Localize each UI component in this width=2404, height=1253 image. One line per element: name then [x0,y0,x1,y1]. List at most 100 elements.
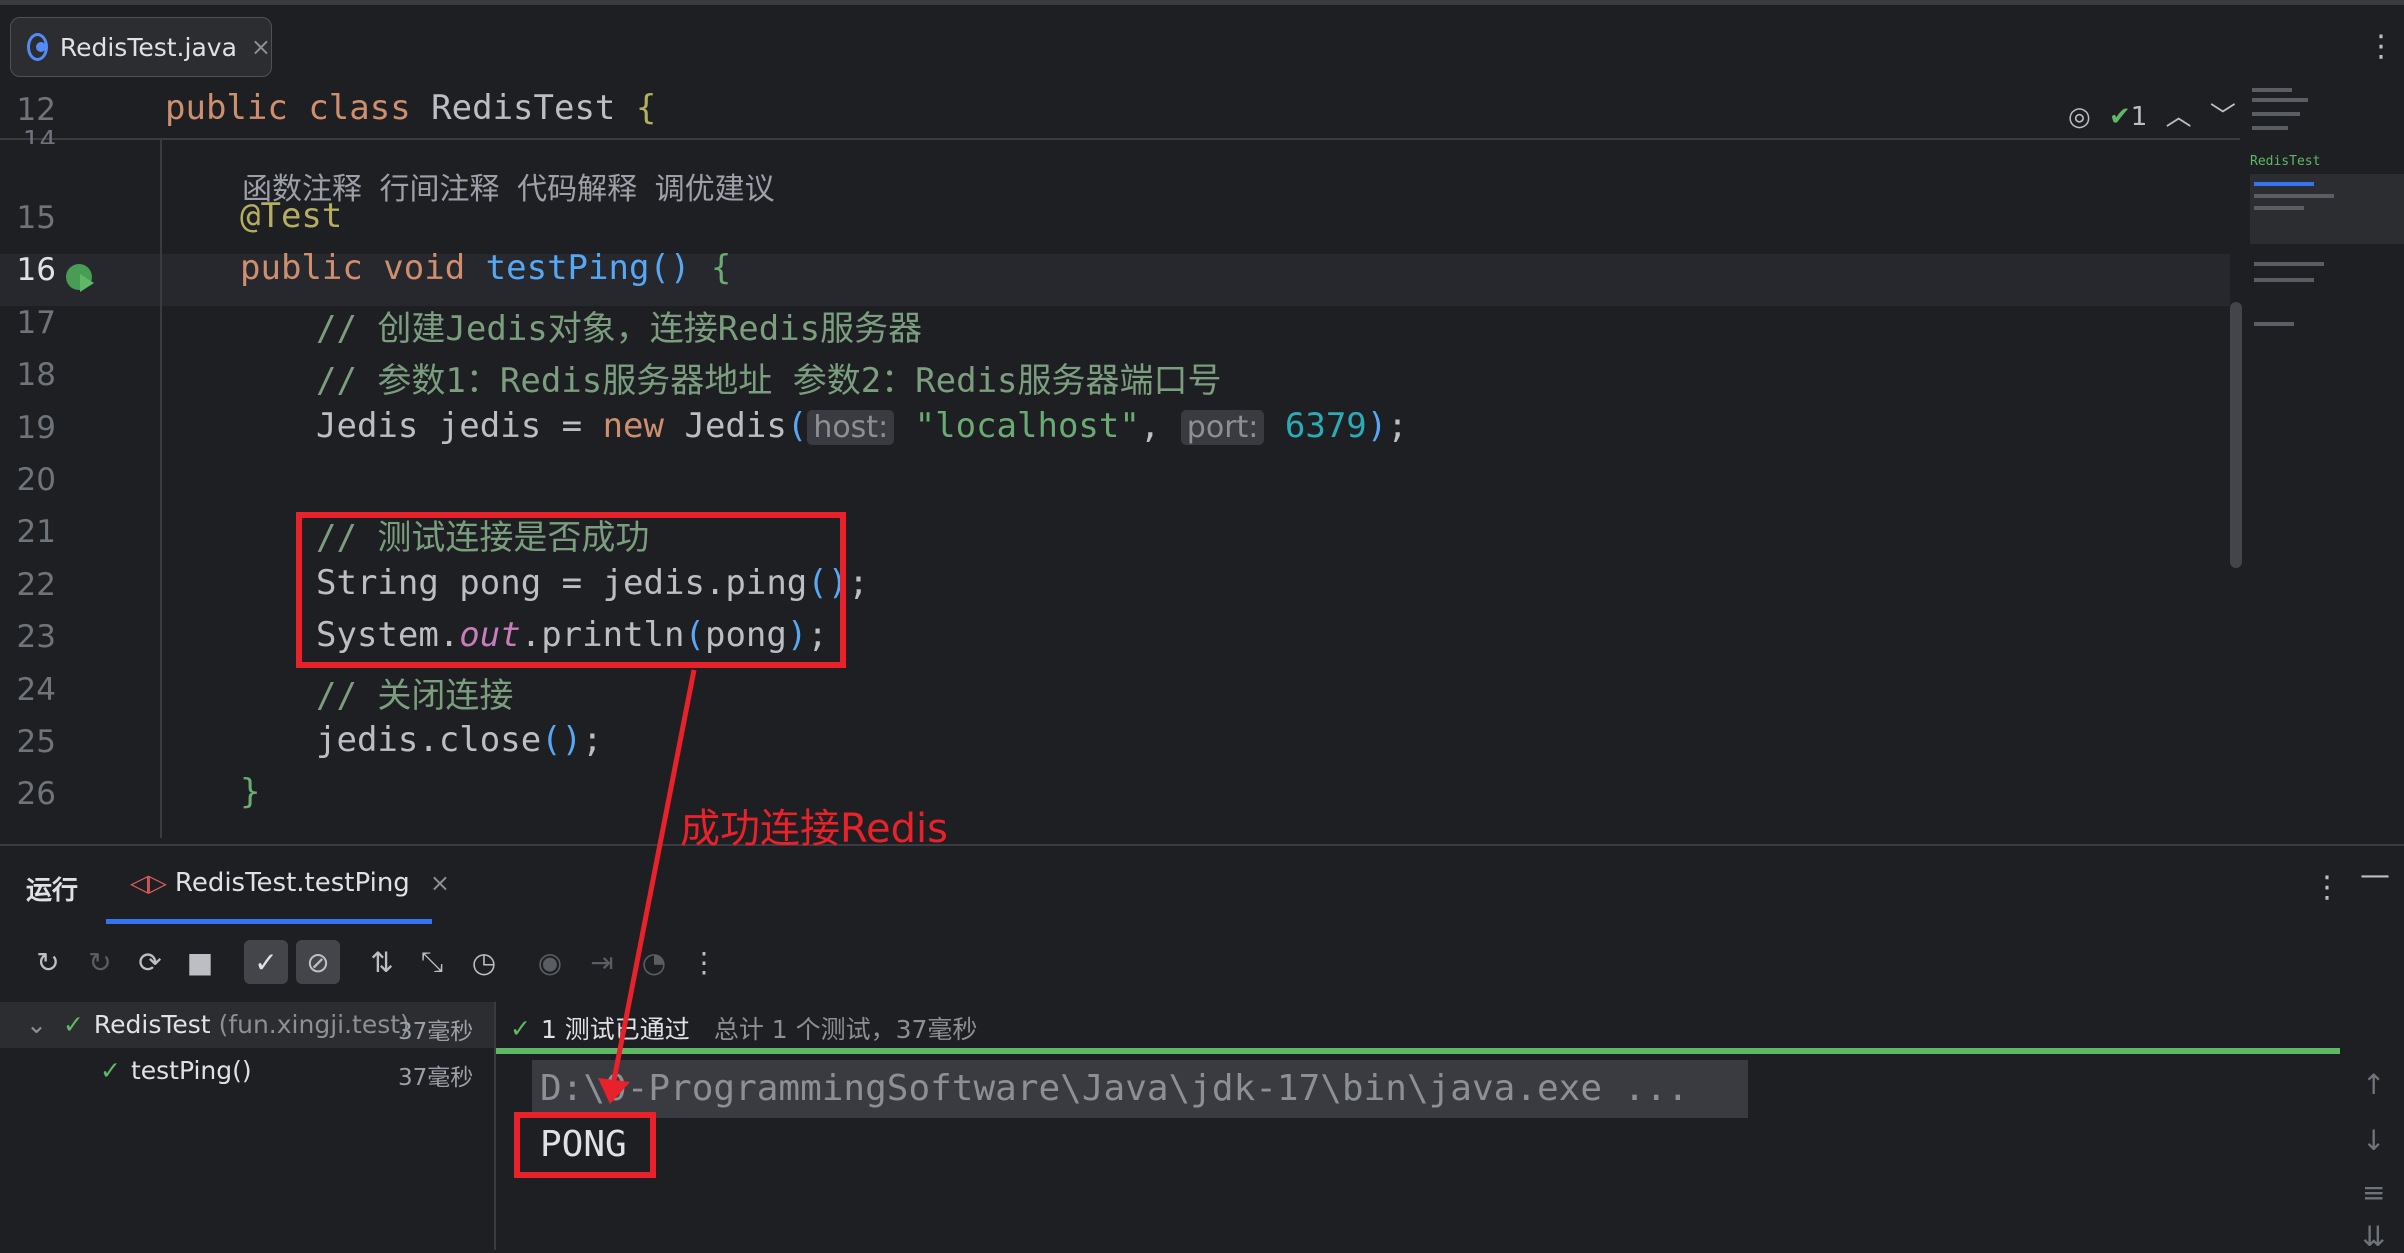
line-number: 20 [16,462,56,498]
run-test-gutter-icon[interactable] [66,264,94,292]
annotation-box-code [296,512,846,668]
code-token: "localhost" [914,405,1140,446]
parameter-hint: host: [807,409,895,445]
code-line: Jedis jedis = new Jedis(host: "localhost… [316,406,1408,446]
code-token: void [383,248,486,289]
minimap-line [2252,126,2288,130]
collapse-icon[interactable]: ⤡ [410,940,454,984]
console-output[interactable]: ✓ 1 测试已通过 总计 1 个测试，37毫秒 D:\0-Programming… [496,1002,2356,1250]
more-icon[interactable]: ⋮ [682,940,726,984]
code-token: ( [786,405,808,446]
reader-mode-icon[interactable]: ◎ [2068,102,2091,132]
scroll-up-icon[interactable]: ↑ [2362,1068,2385,1101]
run-tool-window: 运行 ◁▷ RedisTest.testPing × ⋮ — ↻ ↻ ⟳ ■ ✓… [0,844,2404,1253]
chevron-down-icon[interactable]: ⌄ [26,1010,47,1039]
tree-root-row[interactable]: ⌄ ✓ RedisTest (fun.xingji.test) 37毫秒 [0,1002,494,1048]
line-number: 22 [16,566,56,603]
show-passed-icon[interactable]: ✓ [244,940,288,984]
code-token: ; [582,720,603,760]
code-token: @Test [240,196,343,236]
command-line: D:\0-ProgrammingSoftware\Java\jdk-17\bin… [532,1060,1748,1118]
minimap-line [2252,88,2292,92]
minimize-icon[interactable]: — [2360,858,2390,893]
code-token: public [240,248,384,289]
code-token: } [240,772,261,813]
code-editor[interactable]: 12 public class RedisTest { ◎ ✔1 ︿ ﹀ 14 … [0,82,2404,844]
test-duration: 37毫秒 [398,1019,474,1045]
code-minimap[interactable]: RedisTest [2248,82,2404,844]
editor-scrollbar[interactable] [2230,302,2242,568]
gutter-separator [160,138,162,838]
chevron-down-icon[interactable]: ﹀ [2210,102,2236,132]
brace: { [635,88,657,128]
stop-icon[interactable]: ■ [178,940,222,984]
more-options-icon[interactable]: ⋮ [2366,29,2396,64]
scroll-down-icon[interactable]: ↓ [2362,1124,2385,1157]
inspection-widget[interactable]: ◎ ✔1 ︿ ﹀ [2068,96,2236,133]
editor-tab-label: RedisTest.java [59,32,237,62]
line-number: 19 [16,409,56,446]
minimap-line [2254,182,2314,186]
scroll-to-end-icon[interactable]: ⇊ [2362,1220,2385,1253]
soft-wrap-icon[interactable]: ≡ [2362,1176,2385,1209]
keyword: class [308,88,411,128]
run-tab-label: RedisTest.testPing [174,867,410,898]
tests-passed-text: 1 测试已通过 [540,1015,690,1044]
sort-icon[interactable]: ⇅ [360,940,404,984]
test-results-tree: ⌄ ✓ RedisTest (fun.xingji.test) 37毫秒 ✓ t… [0,1002,496,1250]
close-run-tab-icon[interactable]: × [430,869,450,897]
test-method-name: testPing() [130,1056,252,1085]
line-number: 16 [16,252,56,289]
line-number: 25 [16,724,56,760]
rerun-icon[interactable]: ↻ [26,940,70,984]
test-status-bar: ✓ 1 测试已通过 总计 1 个测试，37毫秒 [510,1010,977,1046]
line-number: 17 [16,304,56,341]
minimap-line [2254,206,2304,210]
code-token: new [602,405,685,446]
code-line: public void testPing() { [240,248,731,288]
annotation-text: 成功连接Redis [680,806,948,852]
minimap-line [2252,112,2300,116]
line-number: 18 [16,357,56,394]
code-token: ; [848,562,869,603]
toggle-auto-test-icon[interactable]: ⟳ [128,940,172,984]
passed-icon: ✓ [510,1013,531,1043]
run-panel-header: 运行 ◁▷ RedisTest.testPing × ⋮ — [0,846,2404,924]
run-config-tab[interactable]: ◁▷ RedisTest.testPing × [106,846,450,924]
inspection-count: 1 [2130,102,2148,132]
camera-icon[interactable]: ◉ [528,940,572,984]
test-class-name: RedisTest [93,1010,211,1039]
sticky-code-line: public class RedisTest { [165,88,656,128]
line-number: 21 [16,514,56,551]
minimap-label: RedisTest [2250,154,2321,169]
chevron-up-icon[interactable]: ︿ [2166,102,2192,132]
test-run-icon: ◁▷ [130,868,167,897]
code-token: , [1139,405,1181,446]
close-tab-icon[interactable]: × [251,33,271,61]
code-line: @Test [240,196,342,236]
history-icon[interactable]: ◷ [462,940,506,984]
minimap-line [2252,98,2308,102]
import-icon[interactable]: ⇥ [580,940,624,984]
code-line: } [240,772,260,812]
sticky-scroll-header[interactable]: 12 public class RedisTest { ◎ ✔1 ︿ ﹀ [0,82,2240,140]
class-name: RedisTest [431,88,616,128]
code-token: // 关闭连接 [316,675,514,716]
annotation-box-output [514,1112,656,1178]
test-duration: 37毫秒 [398,1065,474,1091]
code-token: Jedis [684,405,787,446]
rerun-failed-icon[interactable]: ↻ [78,940,122,984]
code-token: { [710,248,732,289]
editor-tab-redistest[interactable]: RedisTest.java × [10,17,272,77]
code-line: // 创建Jedis对象，连接Redis服务器 [316,301,922,350]
minimap-line [2254,322,2294,326]
run-panel-options-icon[interactable]: ⋮ [2312,870,2342,905]
minimap-line [2254,262,2324,266]
minimap-line [2254,194,2334,198]
coverage-icon[interactable]: ◔ [632,940,676,984]
show-ignored-icon[interactable]: ⊘ [296,940,340,984]
check-icon: ✔ [2108,102,2131,132]
code-token: 6379 [1284,405,1367,446]
line-number: 12 [16,92,56,128]
code-line: // 关闭连接 [316,668,513,717]
